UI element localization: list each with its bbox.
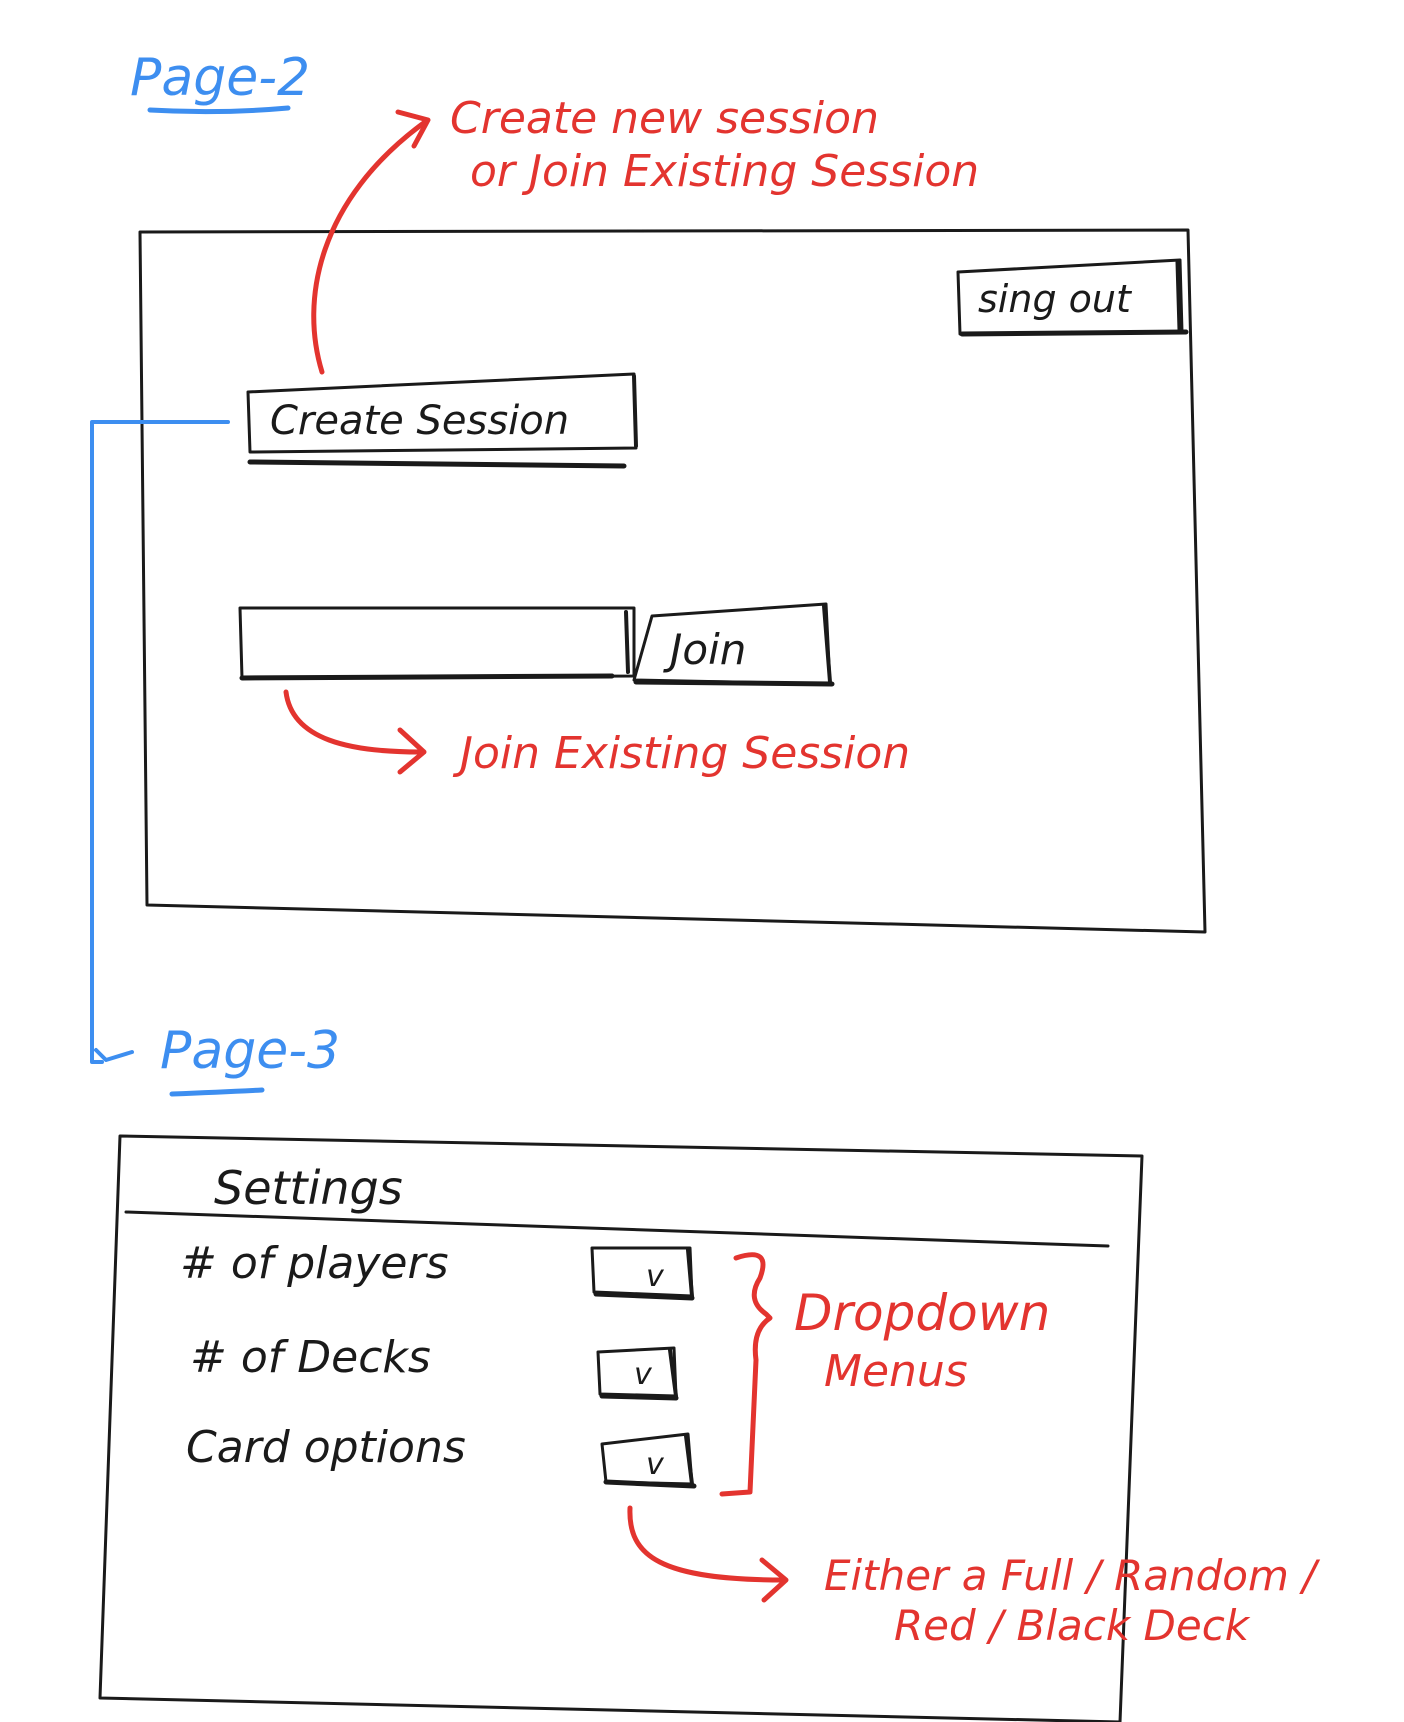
setting-row-card-options: Card options v	[186, 1422, 697, 1489]
settings-heading: Settings	[214, 1161, 403, 1215]
dropdown-brace	[719, 1252, 773, 1497]
wireframe-sketch: Page-2 sing out Create Session Join Crea…	[90, 48, 1320, 1722]
join-button[interactable]: Join	[632, 602, 835, 687]
decks-dropdown-chevron: v	[634, 1357, 653, 1392]
card-options-dropdown[interactable]: v	[600, 1432, 697, 1489]
page-3-section: Page-3 Settings # of players v # of Deck…	[98, 1021, 1320, 1722]
signout-label: sing out	[978, 277, 1133, 321]
dropdown-note-line2: Menus	[824, 1346, 968, 1397]
decks-dropdown[interactable]: v	[596, 1346, 679, 1401]
card-note-line2: Red / Black Deck	[894, 1601, 1251, 1650]
create-note-line1: Create new session	[450, 93, 879, 144]
dropdown-note-line1: Dropdown	[794, 1284, 1050, 1342]
setting-row-players: # of players v	[180, 1238, 695, 1301]
page-link-arrowhead	[94, 1048, 134, 1062]
join-session-input[interactable]	[238, 606, 636, 681]
page-2-title: Page-2	[130, 48, 310, 108]
card-note-arrow	[627, 1505, 787, 1583]
page-3-title: Page-3	[160, 1021, 340, 1081]
card-options-dropdown-chevron: v	[646, 1447, 665, 1482]
join-note-arrow	[283, 689, 423, 755]
card-note-line1: Either a Full / Random /	[824, 1551, 1320, 1600]
join-note: Join Existing Session	[452, 728, 910, 779]
create-session-label: Create Session	[270, 398, 569, 444]
join-label: Join	[663, 625, 746, 674]
players-dropdown[interactable]: v	[590, 1246, 695, 1301]
create-note-line2: or Join Existing Session	[470, 146, 979, 197]
page-2-section: Page-2 sing out Create Session Join Crea…	[90, 48, 1207, 1064]
page-link-connector	[90, 420, 230, 1064]
setting-label-decks: # of Decks	[190, 1332, 431, 1383]
setting-row-decks: # of Decks v	[190, 1332, 679, 1401]
setting-label-card-options: Card options	[186, 1422, 466, 1473]
setting-label-players: # of players	[180, 1238, 449, 1289]
players-dropdown-chevron: v	[646, 1259, 665, 1294]
page-2-title-underline	[147, 105, 291, 115]
signout-button[interactable]: sing out	[956, 258, 1189, 337]
create-session-button[interactable]: Create Session	[246, 372, 638, 469]
create-note-arrow	[311, 119, 428, 375]
page-3-title-underline	[169, 1087, 265, 1097]
